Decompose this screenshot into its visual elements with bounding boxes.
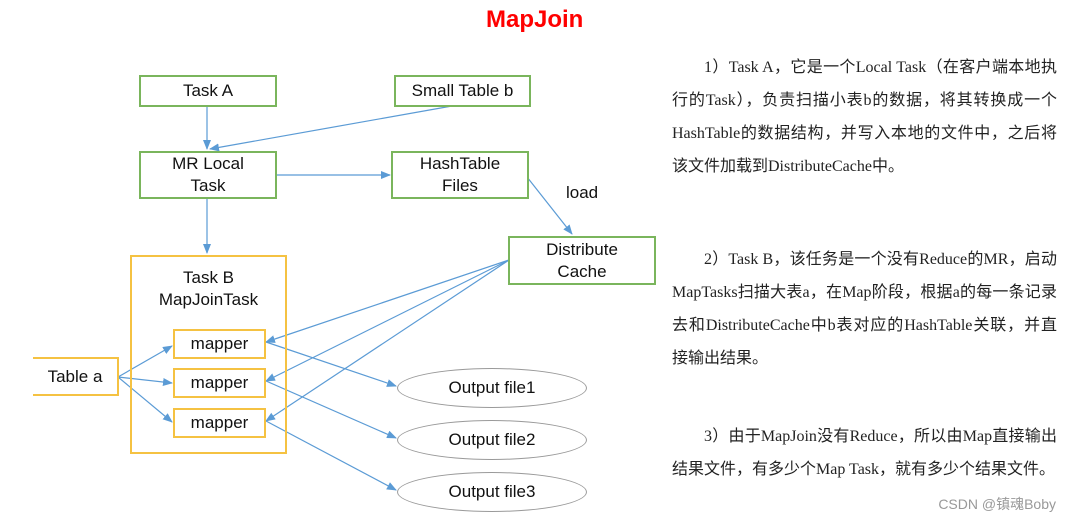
node-table-a: Table a bbox=[33, 357, 119, 396]
explanation-panel: 1）Task A，它是一个Local Task（在客户端本地执行的Task），负… bbox=[672, 51, 1057, 183]
node-distribute-cache-label: Distribute Cache bbox=[546, 239, 618, 281]
node-small-table-b-label: Small Table b bbox=[411, 81, 514, 100]
node-output-file-3: Output file3 bbox=[397, 472, 587, 512]
node-task-b-label: Task B MapJoinTask bbox=[158, 268, 259, 309]
node-output-file-2: Output file2 bbox=[397, 420, 587, 460]
node-mapper-2: mapper bbox=[173, 368, 266, 398]
node-table-a-label: Table a bbox=[47, 366, 103, 386]
node-hashtable-files: HashTable Files bbox=[391, 151, 529, 199]
arrow-cache-to-mapper2 bbox=[265, 259, 510, 382]
watermark: CSDN @镇魂Boby bbox=[938, 496, 1056, 512]
node-task-a-label: Task A bbox=[182, 81, 234, 100]
node-mapper-3-label: mapper bbox=[190, 413, 249, 432]
node-output-file-1: Output file1 bbox=[397, 368, 587, 408]
node-task-a: Task A bbox=[139, 75, 277, 107]
node-mapper-2-label: mapper bbox=[190, 373, 249, 392]
edge-label-load: load bbox=[566, 183, 599, 202]
arrow-smalltable-to-mrlocal bbox=[209, 105, 453, 152]
node-output-file-3-label: Output file3 bbox=[448, 482, 536, 501]
explanation-paragraph-1: 1）Task A，它是一个Local Task（在客户端本地执行的Task），负… bbox=[672, 59, 1057, 175]
explanation-panel-2: 2）Task B，该任务是一个没有Reduce的MR，启动MapTasks扫描大… bbox=[672, 243, 1057, 375]
node-small-table-b: Small Table b bbox=[394, 75, 531, 107]
explanation-paragraph-2: 2）Task B，该任务是一个没有Reduce的MR，启动MapTasks扫描大… bbox=[672, 251, 1057, 367]
arrow-cache-to-mapper1 bbox=[265, 259, 510, 343]
explanation-paragraph-3: 3）由于MapJoin没有Reduce，所以由Map直接输出结果文件，有多少个M… bbox=[672, 428, 1057, 478]
explanation-panel-3: 3）由于MapJoin没有Reduce，所以由Map直接输出结果文件，有多少个M… bbox=[672, 420, 1057, 486]
node-mapper-1: mapper bbox=[173, 329, 266, 359]
node-mapper-3: mapper bbox=[173, 408, 266, 438]
node-output-file-1-label: Output file1 bbox=[448, 378, 536, 397]
node-mr-local-task: MR Local Task bbox=[139, 151, 277, 199]
node-mapper-1-label: mapper bbox=[190, 334, 249, 353]
node-output-file-2-label: Output file2 bbox=[448, 430, 536, 449]
node-hashtable-files-label: HashTable Files bbox=[419, 154, 501, 195]
node-distribute-cache: Distribute Cache bbox=[508, 236, 656, 285]
node-mr-local-task-label: MR Local Task bbox=[172, 154, 244, 195]
